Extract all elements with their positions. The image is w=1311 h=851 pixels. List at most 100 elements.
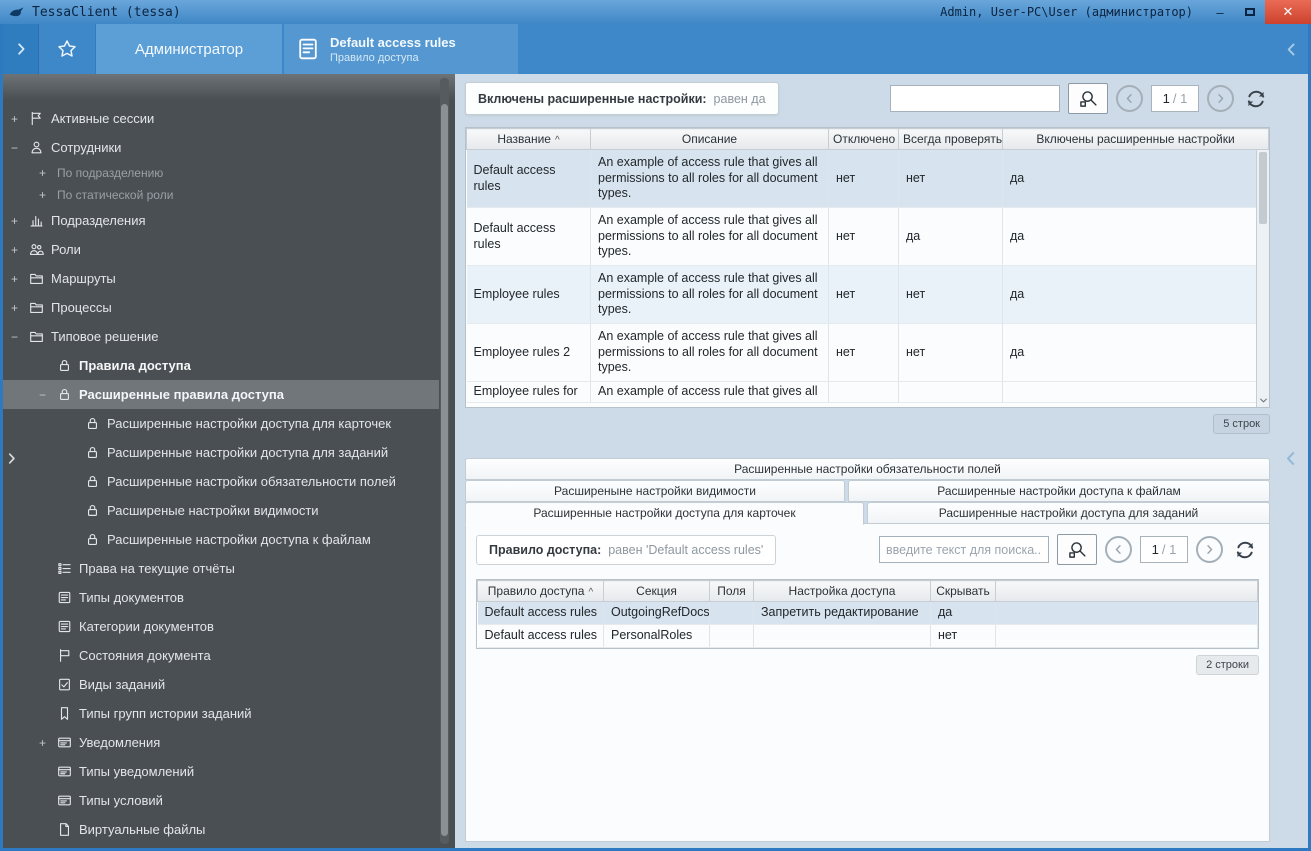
tree-expander[interactable]: + <box>11 214 29 228</box>
tree-expander[interactable]: − <box>11 330 29 344</box>
cell: да <box>1003 324 1269 382</box>
star-icon <box>57 39 77 59</box>
sidebar-item-label: Расширенные настройки доступа для задани… <box>107 445 388 460</box>
column-header[interactable]: Описание <box>591 129 829 150</box>
cell: да <box>1003 150 1269 208</box>
table-row[interactable]: Default access rulesAn example of access… <box>467 150 1269 208</box>
filter-chip-extended-settings[interactable]: Включены расширенные настройки: равен да <box>465 82 779 115</box>
total-pages: / 1 <box>1162 542 1176 557</box>
collapse-right-panel-button[interactable] <box>1274 24 1308 74</box>
detail-next-page-button[interactable] <box>1196 536 1223 563</box>
detail-search-button[interactable] <box>1057 534 1097 565</box>
sidebar-item[interactable]: −Сотрудники <box>3 133 439 162</box>
cell: да <box>1003 208 1269 266</box>
tree-expander[interactable]: + <box>11 243 29 257</box>
sidebar-item[interactable]: +Уведомления <box>3 728 439 757</box>
tab-mandatory-fields[interactable]: Расширенные настройки обязательности пол… <box>465 458 1270 480</box>
detail-page-indicator[interactable]: 1 / 1 <box>1140 536 1188 563</box>
collapse-main-handle[interactable] <box>1283 451 1299 472</box>
sidebar-item[interactable]: Расширенные настройки обязательности пол… <box>3 467 439 496</box>
tree-expander[interactable]: + <box>11 112 29 126</box>
sidebar-item[interactable]: +По статической роли <box>3 184 439 206</box>
minimize-button[interactable]: – <box>1205 0 1235 24</box>
table-row[interactable]: Default access rulesOutgoingRefDocsЗапре… <box>478 602 1258 625</box>
sidebar-item[interactable]: Категории документов <box>3 612 439 641</box>
sidebar-item[interactable]: Типы групп истории заданий <box>3 699 439 728</box>
sidebar-item[interactable]: Права на текущие отчёты <box>3 554 439 583</box>
detail-search-input[interactable] <box>879 536 1049 563</box>
sidebar-item[interactable]: +Роли <box>3 235 439 264</box>
tab-administrator[interactable]: Администратор <box>96 24 284 74</box>
sidebar-item[interactable]: − Расширенные правила доступа <box>3 380 439 409</box>
sidebar-item[interactable]: Типы документов <box>3 583 439 612</box>
column-header[interactable]: Название^ <box>467 129 591 150</box>
tab-file-access-settings[interactable]: Расширенные настройки доступа к файлам <box>848 480 1270 502</box>
sidebar-item[interactable]: +По подразделению <box>3 162 439 184</box>
sidebar-scrollbar-thumb[interactable] <box>441 104 448 836</box>
sidebar-collapse-handle[interactable] <box>5 452 18 470</box>
tab-card-access-settings[interactable]: Расширенные настройки доступа для карточ… <box>465 502 864 525</box>
table-row[interactable]: Default access rulesPersonalRolesнет <box>478 625 1258 648</box>
refresh-button[interactable] <box>1242 85 1270 113</box>
table-row[interactable]: Employee rules forAn example of access r… <box>467 382 1269 403</box>
sidebar-item[interactable]: Правила доступа <box>3 351 439 380</box>
sidebar-item[interactable]: +Подразделения <box>3 206 439 235</box>
search-button[interactable] <box>1068 83 1108 114</box>
sidebar-item[interactable]: Виртуальные файлы <box>3 815 439 844</box>
page-indicator[interactable]: 1 / 1 <box>1151 85 1199 112</box>
column-header[interactable]: Поля <box>710 581 754 602</box>
filter-value: равен 'Default access rules' <box>608 543 763 557</box>
table-row[interactable]: Default access rulesAn example of access… <box>467 208 1269 266</box>
column-header[interactable]: Всегда проверять <box>899 129 1003 150</box>
tab-task-access-settings[interactable]: Расширенные настройки доступа для задани… <box>867 502 1270 524</box>
expand-nav-button[interactable] <box>3 24 39 74</box>
sidebar-item[interactable]: Расширеные настройки видимости <box>3 496 439 525</box>
column-header[interactable]: Включены расширенные настройки <box>1003 129 1269 150</box>
sidebar-item[interactable]: Типы условий <box>3 786 439 815</box>
close-button[interactable]: ✕ <box>1265 0 1311 24</box>
tab-open-card[interactable]: Default access rules Правило доступа <box>284 24 518 74</box>
maximize-button[interactable] <box>1235 0 1265 24</box>
cell: OutgoingRefDocs <box>604 602 710 625</box>
tree-expander[interactable]: + <box>39 166 57 180</box>
detail-refresh-button[interactable] <box>1231 536 1259 564</box>
cell: нет <box>829 208 899 266</box>
table-scrollbar-thumb[interactable] <box>1259 152 1267 224</box>
tree-expander[interactable]: + <box>11 272 29 286</box>
table-row[interactable]: Employee rules 2An example of access rul… <box>467 324 1269 382</box>
sidebar-item-label: Расширенные настройки обязательности пол… <box>107 474 396 489</box>
sidebar-item[interactable]: +Активные сессии <box>3 104 439 133</box>
table-scrollbar[interactable] <box>1256 150 1269 407</box>
filter-chip-access-rule[interactable]: Правило доступа: равен 'Default access r… <box>476 535 776 565</box>
next-page-button[interactable] <box>1207 85 1234 112</box>
favorites-button[interactable] <box>39 24 96 74</box>
sidebar-item[interactable]: −Типовое решение <box>3 322 439 351</box>
tree-expander[interactable]: + <box>39 188 57 202</box>
sidebar-item[interactable]: Состояния документа <box>3 641 439 670</box>
sidebar-item[interactable]: Расширенные настройки доступа для карточ… <box>3 409 439 438</box>
table-row[interactable]: Employee rulesAn example of access rule … <box>467 266 1269 324</box>
sidebar-item[interactable]: +Маршруты <box>3 264 439 293</box>
scroll-down-arrow[interactable] <box>1257 396 1269 405</box>
sidebar-scrollbar[interactable] <box>440 78 449 844</box>
sidebar-item[interactable]: Типы уведомлений <box>3 757 439 786</box>
sidebar-item[interactable]: +Процессы <box>3 293 439 322</box>
tab-visibility-settings[interactable]: Расширеныне настройки видимости <box>465 480 845 502</box>
sidebar-item[interactable]: Виды заданий <box>3 670 439 699</box>
column-header[interactable]: Секция <box>604 581 710 602</box>
search-input[interactable] <box>890 85 1060 112</box>
tree-expander[interactable]: + <box>11 301 29 315</box>
tree-expander[interactable]: − <box>39 388 57 402</box>
sidebar-item-label: Расширенные правила доступа <box>79 387 284 402</box>
tree-expander[interactable]: + <box>39 736 57 750</box>
tree-expander[interactable]: − <box>11 141 29 155</box>
window-title: TessaClient (tessa) <box>32 5 181 20</box>
prev-page-button[interactable] <box>1116 85 1143 112</box>
detail-prev-page-button[interactable] <box>1105 536 1132 563</box>
column-header[interactable]: Скрывать <box>931 581 996 602</box>
column-header[interactable]: Правило доступа^ <box>478 581 604 602</box>
sidebar-item[interactable]: Расширенные настройки доступа к файлам <box>3 525 439 554</box>
column-header[interactable]: Отключено <box>829 129 899 150</box>
column-header[interactable]: Настройка доступа <box>754 581 931 602</box>
sidebar-item[interactable]: Расширенные настройки доступа для задани… <box>3 438 439 467</box>
